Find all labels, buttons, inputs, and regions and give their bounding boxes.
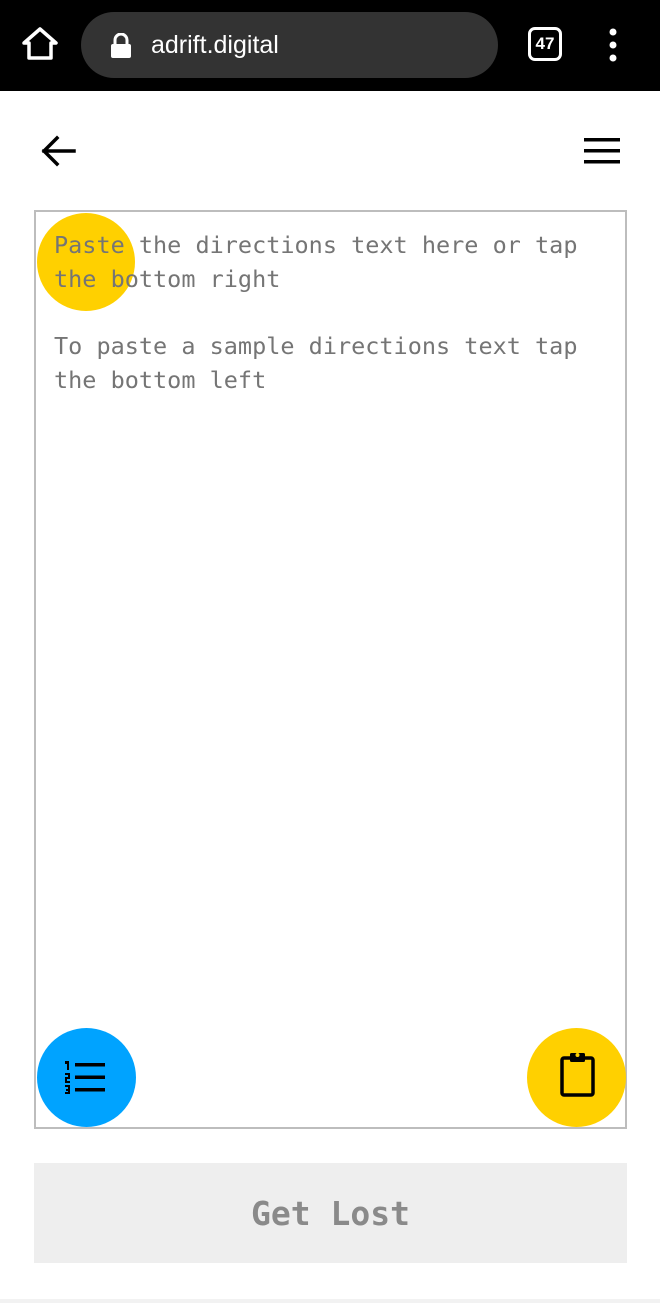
tab-switcher-button[interactable]: 47 [528, 27, 562, 61]
home-button[interactable] [20, 24, 60, 64]
numbered-list-icon [65, 1061, 105, 1094]
bottom-divider [0, 1299, 660, 1303]
lock-icon [111, 33, 131, 58]
back-button[interactable] [38, 131, 78, 171]
placeholder-paste-hint: Paste the directions text here or tap th… [54, 231, 578, 293]
paste-sample-button[interactable] [37, 1028, 136, 1127]
main-menu-button[interactable] [582, 136, 622, 166]
browser-toolbar: adrift.digital 47 [0, 0, 660, 91]
home-icon [22, 27, 58, 60]
clipboard-icon [560, 1053, 595, 1097]
more-vert-icon [609, 28, 617, 62]
url-text: adrift.digital [151, 31, 279, 59]
placeholder-sample-hint: To paste a sample directions text tap th… [54, 332, 578, 394]
browser-menu-button[interactable] [603, 28, 623, 62]
address-bar[interactable]: adrift.digital [81, 12, 498, 78]
tab-count: 47 [535, 34, 555, 53]
paste-clipboard-button[interactable] [527, 1028, 626, 1127]
app-header [0, 91, 660, 201]
hamburger-menu-icon [584, 138, 620, 164]
directions-textarea[interactable]: Paste the directions text here or tap th… [34, 210, 627, 1129]
get-lost-button[interactable]: Get Lost [34, 1163, 627, 1263]
arrow-back-icon [41, 135, 76, 167]
